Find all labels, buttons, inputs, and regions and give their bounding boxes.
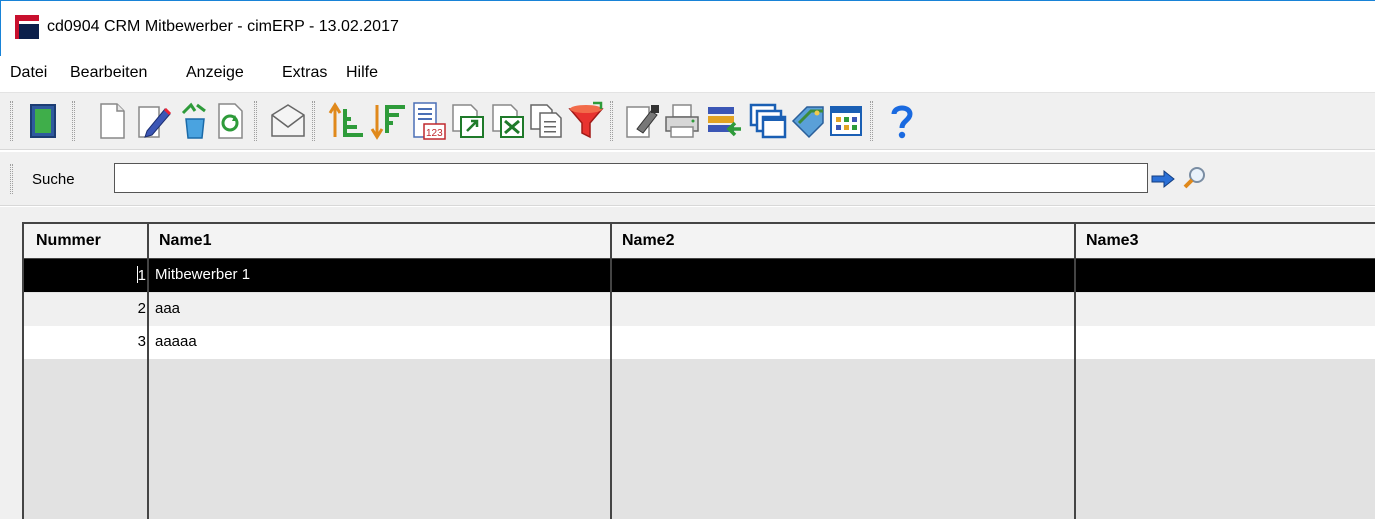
sort-ascending-button[interactable] — [326, 99, 366, 143]
title-bar: cd0904 CRM Mitbewerber - cimERP - 13.02.… — [0, 0, 1375, 56]
import-button[interactable] — [704, 99, 744, 143]
help-icon — [891, 105, 913, 139]
search-bar-grip[interactable] — [10, 164, 13, 194]
sort-ascending-icon — [328, 102, 363, 137]
refresh-icon — [218, 103, 243, 139]
cell-nummer: 1 — [136, 266, 146, 284]
toolbar-separator — [72, 101, 75, 141]
toolbar-separator — [870, 101, 873, 141]
data-grid[interactable]: Nummer Name1 Name2 Name3 1 Mitbewerber 1… — [22, 222, 1375, 519]
export-button[interactable] — [448, 99, 488, 143]
exit-button[interactable] — [24, 99, 64, 143]
toolbar-separator — [610, 101, 613, 141]
menu-extras[interactable]: Extras — [282, 64, 327, 82]
column-header-name3[interactable]: Name3 — [1076, 224, 1375, 258]
svg-text:123: 123 — [426, 128, 443, 139]
table-row[interactable]: 1 Mitbewerber 1 — [24, 259, 1375, 292]
column-header-name2[interactable]: Name2 — [612, 224, 1076, 258]
filter-button[interactable] — [566, 99, 606, 143]
search-label: Suche — [32, 171, 75, 188]
menu-hilfe[interactable]: Hilfe — [346, 64, 378, 82]
column-divider — [147, 259, 149, 519]
refresh-button[interactable] — [210, 99, 250, 143]
column-header-nummer[interactable]: Nummer — [24, 224, 149, 258]
tag-button[interactable] — [788, 99, 828, 143]
edit-button[interactable] — [134, 99, 174, 143]
help-button[interactable] — [882, 99, 922, 143]
delete-button[interactable] — [174, 99, 214, 143]
filter-icon — [568, 101, 604, 139]
cell-name3 — [1078, 326, 1375, 359]
cell-name2 — [614, 326, 1076, 359]
column-header-name1[interactable]: Name1 — [149, 224, 612, 258]
toolbar-separator — [254, 101, 257, 141]
import-icon — [708, 107, 741, 137]
properties-icon — [626, 105, 659, 138]
column-divider — [610, 259, 612, 519]
table-row[interactable]: 2 aaa — [24, 293, 1375, 326]
tag-icon — [791, 106, 824, 139]
menu-bearbeiten[interactable]: Bearbeiten — [70, 64, 147, 82]
print-button[interactable] — [662, 99, 702, 143]
number-list-icon: 123 — [413, 102, 446, 140]
recycle-delete-icon — [181, 102, 206, 139]
search-bar: Suche — [0, 152, 1375, 206]
toolbar-grip[interactable] — [10, 101, 13, 141]
copy-icon — [530, 104, 562, 138]
toolbar-separator — [312, 101, 315, 141]
excel-export-icon — [492, 104, 524, 138]
edit-icon — [138, 106, 172, 138]
mail-icon — [271, 104, 305, 137]
app-logo-icon — [15, 15, 39, 39]
search-input[interactable] — [114, 163, 1148, 193]
export-icon — [452, 104, 484, 138]
grid-header: Nummer Name1 Name2 Name3 — [24, 224, 1375, 259]
cell-name1: aaaaa — [155, 333, 197, 350]
copy-button[interactable] — [526, 99, 566, 143]
menu-anzeige[interactable]: Anzeige — [186, 64, 244, 82]
cell-name2 — [614, 293, 1076, 326]
window-title: cd0904 CRM Mitbewerber - cimERP - 13.02.… — [47, 18, 399, 35]
menu-datei[interactable]: Datei — [10, 64, 47, 82]
print-icon — [665, 104, 699, 138]
column-divider — [1074, 259, 1076, 519]
grid-view-icon — [830, 106, 862, 136]
new-document-icon — [100, 103, 125, 139]
grid-area: Nummer Name1 Name2 Name3 1 Mitbewerber 1… — [0, 207, 1375, 519]
new-button[interactable] — [92, 99, 132, 143]
toolbar: 123 — [0, 92, 1375, 150]
cell-name1: aaa — [155, 300, 181, 317]
sort-descending-button[interactable] — [368, 99, 408, 143]
table-row[interactable]: 3 aaaaa — [24, 326, 1375, 359]
mail-button[interactable] — [268, 99, 308, 143]
number-list-button[interactable]: 123 — [408, 99, 448, 143]
go-arrow-icon[interactable] — [1150, 168, 1176, 190]
excel-export-button[interactable] — [488, 99, 528, 143]
menu-bar: Datei Bearbeiten Anzeige Extras Hilfe — [0, 58, 1375, 88]
sort-descending-icon — [370, 105, 405, 140]
cell-name3 — [1078, 293, 1375, 326]
cell-nummer: 3 — [137, 333, 146, 350]
cell-name3 — [1078, 259, 1375, 292]
windows-button[interactable] — [748, 99, 788, 143]
windows-icon — [749, 103, 787, 139]
cell-name1: Mitbewerber 1 — [155, 266, 251, 283]
cell-nummer: 2 — [137, 300, 146, 317]
exit-icon — [30, 104, 56, 138]
properties-button[interactable] — [622, 99, 662, 143]
magnifier-icon[interactable] — [1182, 165, 1208, 191]
grid-view-button[interactable] — [826, 99, 866, 143]
cell-name2 — [614, 259, 1076, 292]
